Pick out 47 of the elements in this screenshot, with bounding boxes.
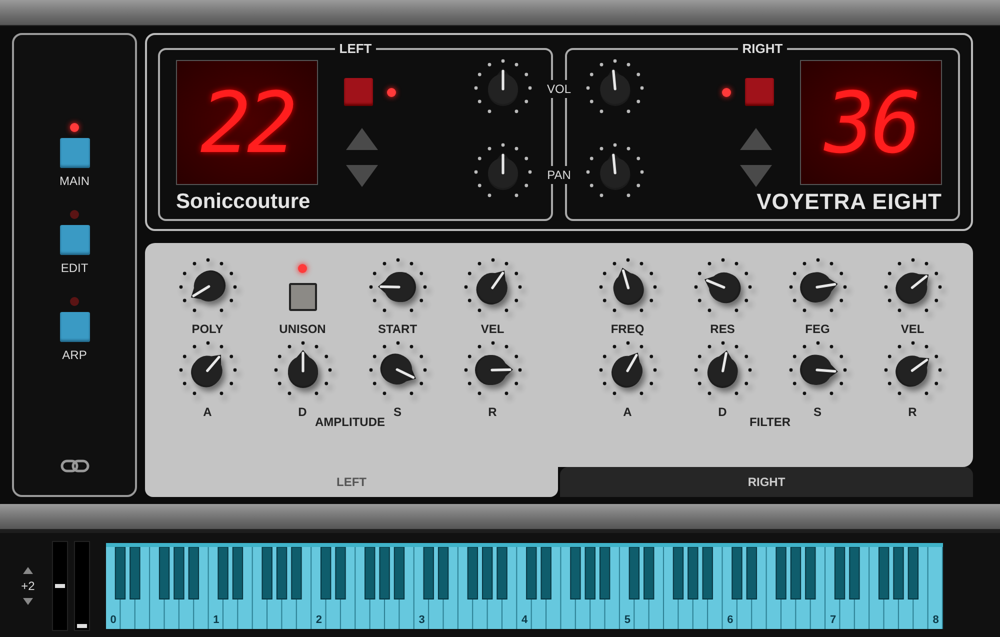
knob-label: FREQ [610,322,644,336]
octave-label: 2 [316,614,322,626]
section-title: AMPLITUDE [315,415,385,429]
knob-label: FEG [805,322,830,336]
knob-label: UNISON [279,322,326,336]
tab[interactable]: RIGHT [560,467,973,497]
octave-label: 1 [213,614,220,626]
knob-label: VEL [900,322,924,336]
wheel-slider[interactable] [74,540,90,630]
down-arrow-icon[interactable] [23,598,33,604]
piano-keyboard-drawing[interactable] [106,546,943,628]
knob-label: START [378,322,418,336]
brand-logo: VOYETRA EIGHT [756,189,942,215]
wheel-slider[interactable] [52,540,68,630]
knob-label: RES [710,322,735,336]
knob-label: R [908,405,917,419]
wheel-thumb[interactable] [77,624,87,628]
segment-display: 36 [800,60,942,185]
octave-label: 5 [624,614,630,626]
channel-title: RIGHT [741,41,784,56]
wheel-thumb[interactable] [55,584,65,588]
channel-title: LEFT [338,41,373,56]
knob-label: VEL [480,322,504,336]
segment-display: 22 [176,60,318,185]
brand-logo: Soniccouture [176,189,312,215]
octave-label: 7 [830,614,836,626]
knob-label: D [718,405,727,419]
knob-label: S [393,405,402,419]
knob-label: A [623,405,632,419]
transpose-value: +2 [21,578,35,592]
knob-label: D [298,405,307,419]
knob-label: POLY [192,322,224,336]
knob-label: VOL [546,80,572,98]
up-arrow-icon[interactable] [23,566,33,574]
knob-label: A [203,405,212,419]
knob-label: PAN [546,166,572,184]
octave-label: 0 [110,614,116,626]
section-title: FILTER [749,415,791,429]
knob-label: S [813,405,822,419]
octave-label: 4 [522,614,528,626]
knob-label: R [488,405,497,419]
link-icon[interactable] [60,459,90,473]
toggle-button[interactable] [288,282,316,310]
octave-label: 3 [418,614,425,626]
tab[interactable]: LEFT [145,467,558,497]
octave-label: 8 [932,614,939,626]
octave-label: 6 [727,614,734,626]
